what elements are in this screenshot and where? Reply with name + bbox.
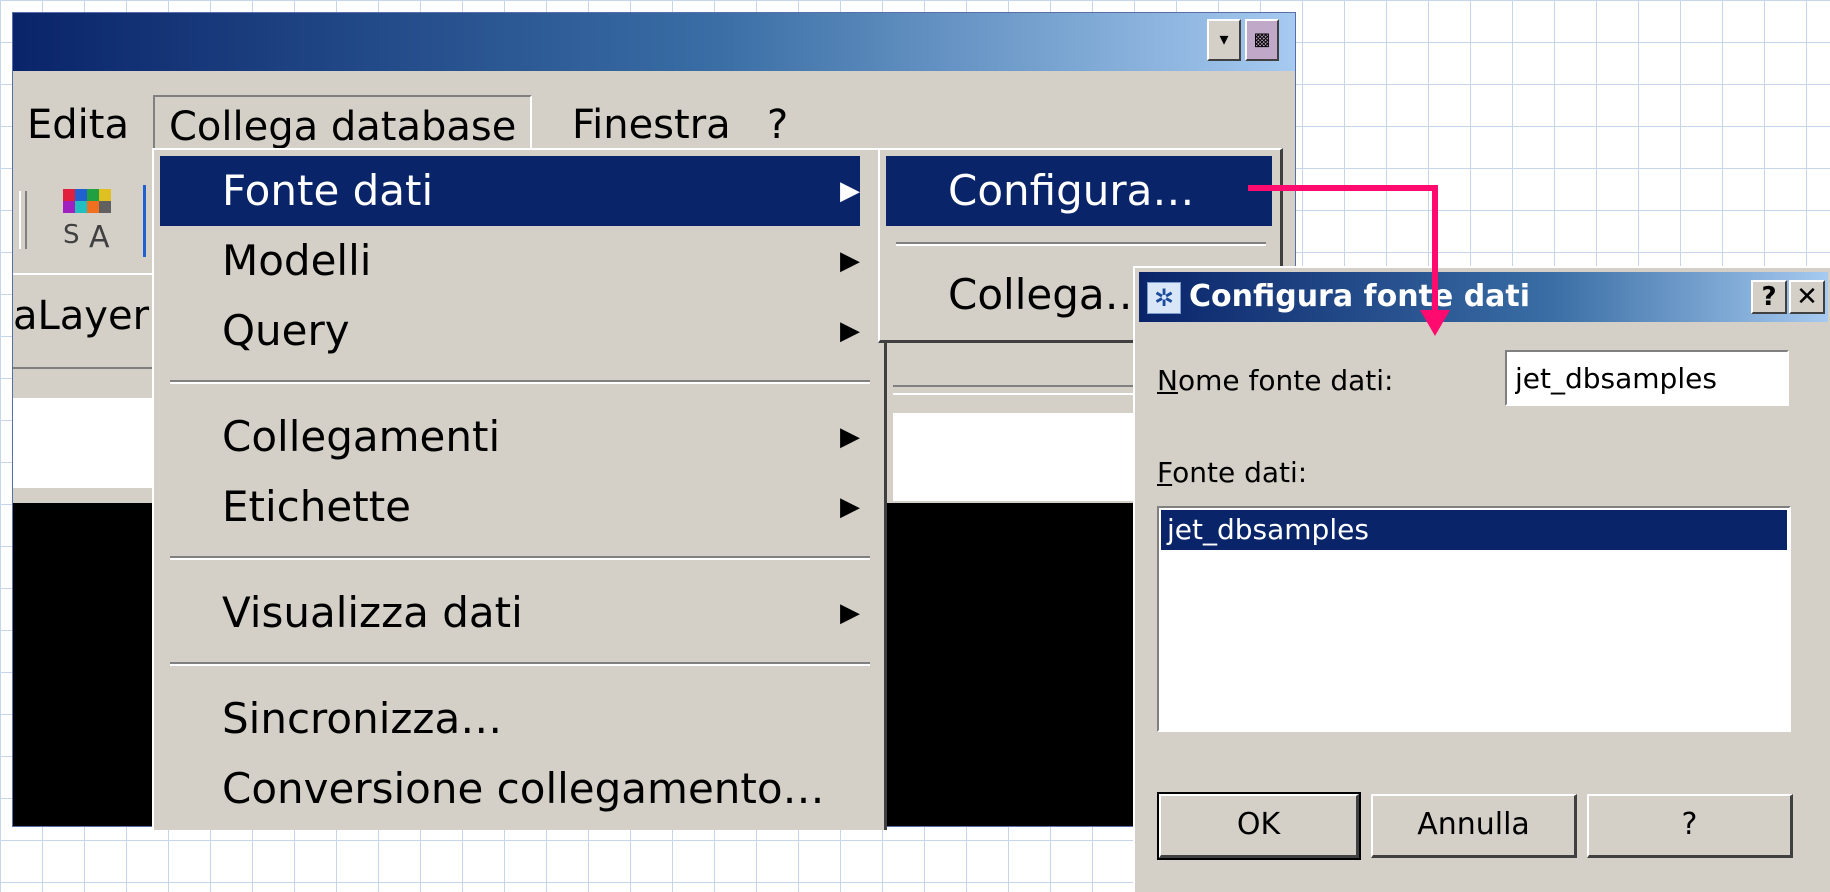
menu-bar: Edita Collega database Finestra ? [13,73,1295,159]
menu-item-label: Collegamenti [222,412,501,461]
menu-item-label: Visualizza dati [222,588,523,637]
layer-label: aLayer [13,293,150,339]
side-panel-white [893,413,1153,501]
submenu-item-configura[interactable]: Configura… [886,156,1272,226]
menu-item-etichette[interactable]: Etichette ▶ [160,472,860,542]
submenu-item-label: Collega… [948,270,1147,319]
name-label-text: ome fonte dati: [1177,364,1394,397]
name-label-accel: N [1157,364,1178,397]
menu-item-modelli[interactable]: Modelli ▶ [160,226,860,296]
menu-item-label: Sincronizza… [222,694,503,743]
dialog-title-bar: ✲ Configura fonte dati ? ✕ [1139,272,1828,322]
source-label-text: onte dati: [1172,456,1308,489]
submenu-arrow-icon: ▶ [840,176,860,206]
source-label: Fonte dati: [1157,456,1307,489]
menu-separator [170,380,870,384]
menu-item-label: Modelli [222,236,372,285]
ok-button[interactable]: OK [1157,792,1361,860]
toolbar: S A [13,163,153,273]
collega-database-menu: Fonte dati ▶ Modelli ▶ Query ▶ Collegame… [152,148,887,830]
submenu-arrow-icon: ▶ [840,492,860,522]
submenu-arrow-icon: ▶ [840,598,860,628]
connector-arrow-line [1432,185,1438,315]
list-item[interactable]: jet_dbsamples [1161,510,1787,550]
menu-item-sincronizza[interactable]: Sincronizza… [160,684,860,754]
menu-edita[interactable]: Edita [13,95,143,155]
submenu-item-label: Configura… [948,166,1195,215]
layer-row: aLayer [13,273,153,369]
menu-item-query[interactable]: Query ▶ [160,296,860,366]
side-panel-divider [893,385,1153,395]
submenu-arrow-icon: ▶ [840,422,860,452]
submenu-separator [896,242,1266,246]
submenu-arrow-icon: ▶ [840,316,860,346]
menu-item-label: Query [222,306,350,355]
source-label-accel: F [1157,456,1173,489]
configura-fonte-dati-dialog: ✲ Configura fonte dati ? ✕ Nome fonte da… [1133,266,1830,892]
submenu-arrow-icon: ▶ [840,246,860,276]
menu-help[interactable]: ? [753,95,802,155]
menu-item-collegamenti[interactable]: Collegamenti ▶ [160,402,860,472]
menu-item-visualizza-dati[interactable]: Visualizza dati ▶ [160,578,860,648]
title-bar: ▾ ▩ [13,13,1295,71]
minimize-icon[interactable]: ▾ [1207,19,1241,61]
dialog-icon: ✲ [1147,282,1181,314]
drawing-canvas-right [893,503,1153,826]
source-listbox[interactable]: jet_dbsamples [1157,506,1791,732]
svg-text:S: S [63,220,80,250]
toolbar-color-icon[interactable]: S A [49,185,121,257]
dialog-help-button[interactable]: ? [1751,280,1787,314]
connector-arrow-line [1248,185,1438,191]
menu-separator [170,556,870,560]
help-button[interactable]: ? [1587,794,1793,858]
drawing-area-white [13,398,153,488]
menu-item-label: Conversione collegamento… [222,764,825,813]
menu-item-label: Fonte dati [222,166,434,215]
svg-text:A: A [89,220,110,255]
menu-item-label: Etichette [222,482,411,531]
restore-icon[interactable]: ▩ [1245,19,1279,61]
menu-item-fonte-dati[interactable]: Fonte dati ▶ [160,156,860,226]
connector-arrow-icon [1420,310,1450,336]
menu-item-conversione-collegamento[interactable]: Conversione collegamento… [160,754,860,824]
menu-finestra[interactable]: Finestra [558,95,745,155]
name-label: Nome fonte dati: [1157,364,1393,397]
menu-separator [170,662,870,666]
toolbar-grip [19,191,27,249]
dialog-close-button[interactable]: ✕ [1789,280,1825,314]
cancel-button[interactable]: Annulla [1371,794,1577,858]
dialog-title: Configura fonte dati [1189,279,1531,314]
name-input[interactable] [1505,350,1789,406]
